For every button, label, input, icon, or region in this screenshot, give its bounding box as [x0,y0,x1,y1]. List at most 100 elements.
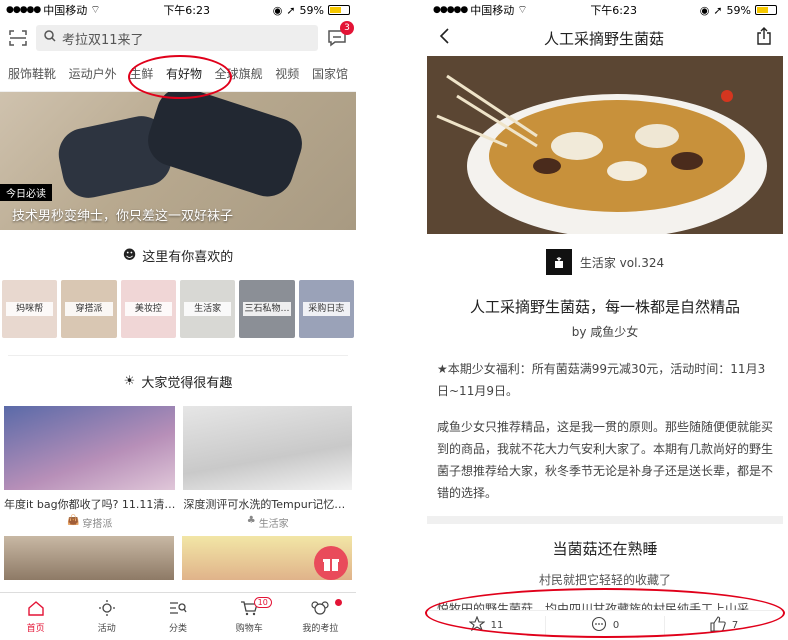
page-title: 人工采摘野生菌菇 [543,29,664,48]
tab-cart[interactable]: 10 购物车 [214,593,285,640]
brand-name: 生活家 vol.324 [579,255,665,270]
banner-image-detail [141,92,309,204]
favorite-count: 11 [490,620,504,631]
tab-activity[interactable]: 活动 [71,593,142,640]
topic-label: 生活家 [183,302,232,316]
sun-icon [98,599,116,619]
search-input[interactable]: 考拉双11来了 [36,25,318,51]
battery-percent: 59% [726,3,751,17]
tab-video[interactable]: 视频 [275,65,299,82]
article-title: 人工采摘野生菌菇，每一株都是自然精品 [469,298,740,316]
tab-my-kaola[interactable]: 我的考拉 [285,593,356,640]
koala-icon [311,600,330,619]
section-title: 当菌菇还在熟睡 [552,540,658,558]
topic-outfit[interactable]: 穿搭派 [61,280,117,338]
plant-icon: ♣ [246,515,256,526]
cart-badge: 10 [253,597,272,608]
hero-image [427,56,783,234]
article-cards-row2 [0,536,356,580]
topic-thumbnails: 妈咪帮 穿搭派 美妆控 生活家 三石私物… 采购日志 [0,280,356,338]
article-card[interactable]: 年度it bag你都收了吗? 11.11清… 👜 穿搭派 [4,406,176,530]
section-fun-title: 大家觉得很有趣 [141,375,233,391]
like-button[interactable]: 7 [665,616,783,635]
ghost-icon: ☻ [122,247,137,263]
card-title: 年度it bag你都收了吗? 11.11清… [4,498,176,511]
topic-label: 美妆控 [124,302,172,316]
nav-bar: 人工采摘野生菌菇 [427,20,783,56]
section-subtitle: 村民就把它轻轻的收藏了 [538,573,671,587]
tab-label: 分类 [169,623,188,634]
category-tabs: 服饰鞋靴 运动户外 生鲜 有好物 全球旗舰 视频 国家馆 [0,56,356,92]
card-image[interactable] [4,536,174,580]
topic-label: 妈咪帮 [6,302,54,316]
article-paragraph: ★本期少女福利：所有菌菇满99元减30元，活动时间：11月3日~11月9日。 [437,362,766,398]
section-divider [427,516,783,524]
comment-count: 0 [612,620,620,631]
lock-rotation-icon: ◉ [272,3,283,17]
tab-clothing[interactable]: 服饰鞋靴 [8,65,56,82]
tab-label: 活动 [97,623,116,634]
section-divider [8,338,348,356]
tab-national-pavilion[interactable]: 国家馆 [312,65,348,82]
topic-makeup[interactable]: 美妆控 [120,280,176,338]
tab-category[interactable]: 分类 [142,593,213,640]
tab-global-flagship[interactable]: 全球旗舰 [215,65,263,82]
tab-home[interactable]: 首页 [0,593,71,640]
tab-label: 购物车 [235,623,263,634]
topic-purchase-log[interactable]: 采购日志 [298,280,354,338]
article-cards: 年度it bag你都收了吗? 11.11清… 👜 穿搭派 深度测评可水洗的Temp… [0,406,356,530]
bag-icon: 👜 [66,515,80,526]
brand-row[interactable]: 生活家 vol.324 [427,234,783,290]
comment-button[interactable]: 0 [546,616,665,635]
status-bar: ●●●●● 中国移动 ⌔ 下午6:23 ◉ ➚ 59% [427,0,783,20]
notification-dot [335,599,343,606]
topic-label: 穿搭派 [65,302,113,316]
status-time: 下午6:23 [163,4,211,17]
article-card[interactable]: 深度测评可水洗的Tempur记忆… ♣ 生活家 [183,406,352,530]
banner-tag: 今日必读 [0,184,52,201]
wifi-icon: ⌔ [90,3,101,16]
article-screen: ●●●●● 中国移动 ⌔ 下午6:23 ◉ ➚ 59% 人工采摘野生菌菇 生活家… [427,0,783,640]
battery-percent: 59% [299,3,324,17]
favorite-button[interactable]: 11 [427,615,546,635]
bulb-icon: ☀ [123,373,136,389]
message-badge: 3 [340,21,354,35]
home-screen: ●●●●● 中国移动 ⌔ 下午6:23 ◉ ➚ 59% 考拉双11来了 3 服饰… [0,0,356,640]
card-source: 穿搭派 [82,519,113,530]
message-icon[interactable]: 3 [326,21,354,49]
action-bar: 11 0 7 [427,610,783,640]
tab-good-things[interactable]: 有好物 [166,65,202,82]
carrier-label: 中国移动 [43,4,88,17]
card-source: 生活家 [258,519,289,530]
tab-label: 我的考拉 [302,623,339,634]
location-icon: ➚ [286,3,296,17]
status-bar: ●●●●● 中国移动 ⌔ 下午6:23 ◉ ➚ 59% [0,0,356,20]
tab-label: 首页 [26,623,45,634]
location-icon: ➚ [713,3,723,17]
scan-icon[interactable] [8,28,28,48]
tab-fresh[interactable]: 生鲜 [129,65,153,82]
tab-outdoor[interactable]: 运动户外 [69,65,117,82]
topic-label: 三石私物… [243,302,291,316]
article-paragraph: 咸鱼少女只推荐精品，这是我一贯的原则。那些随随便便就能买到的商品，我就不花大力气… [437,420,774,500]
topic-mommy[interactable]: 妈咪帮 [2,280,58,338]
bottom-tab-bar: 首页 活动 分类 10 购物车 我的考拉 [0,592,356,640]
topic-living[interactable]: 生活家 [179,280,236,338]
card-title: 深度测评可水洗的Tempur记忆… [183,498,346,511]
section-like-title: 这里有你喜欢的 [142,249,234,265]
lock-rotation-icon: ◉ [699,3,710,17]
home-icon [27,600,45,619]
carrier-label: 中国移动 [470,4,515,17]
category-search-icon [169,600,187,619]
star-icon [467,615,486,635]
signal-icon: ●●●●● [6,5,41,15]
gift-icon[interactable] [314,546,348,580]
search-placeholder: 考拉双11来了 [62,32,144,48]
back-icon[interactable] [439,28,451,48]
featured-banner[interactable]: 今日必读 技术男秒变绅士，你只差这一双好袜子 [0,92,356,230]
thumbs-up-icon [710,616,726,635]
wifi-icon: ⌔ [517,3,528,16]
soup-bowl-illustration [427,56,783,234]
share-icon[interactable] [757,27,771,49]
topic-private[interactable]: 三石私物… [239,280,295,338]
